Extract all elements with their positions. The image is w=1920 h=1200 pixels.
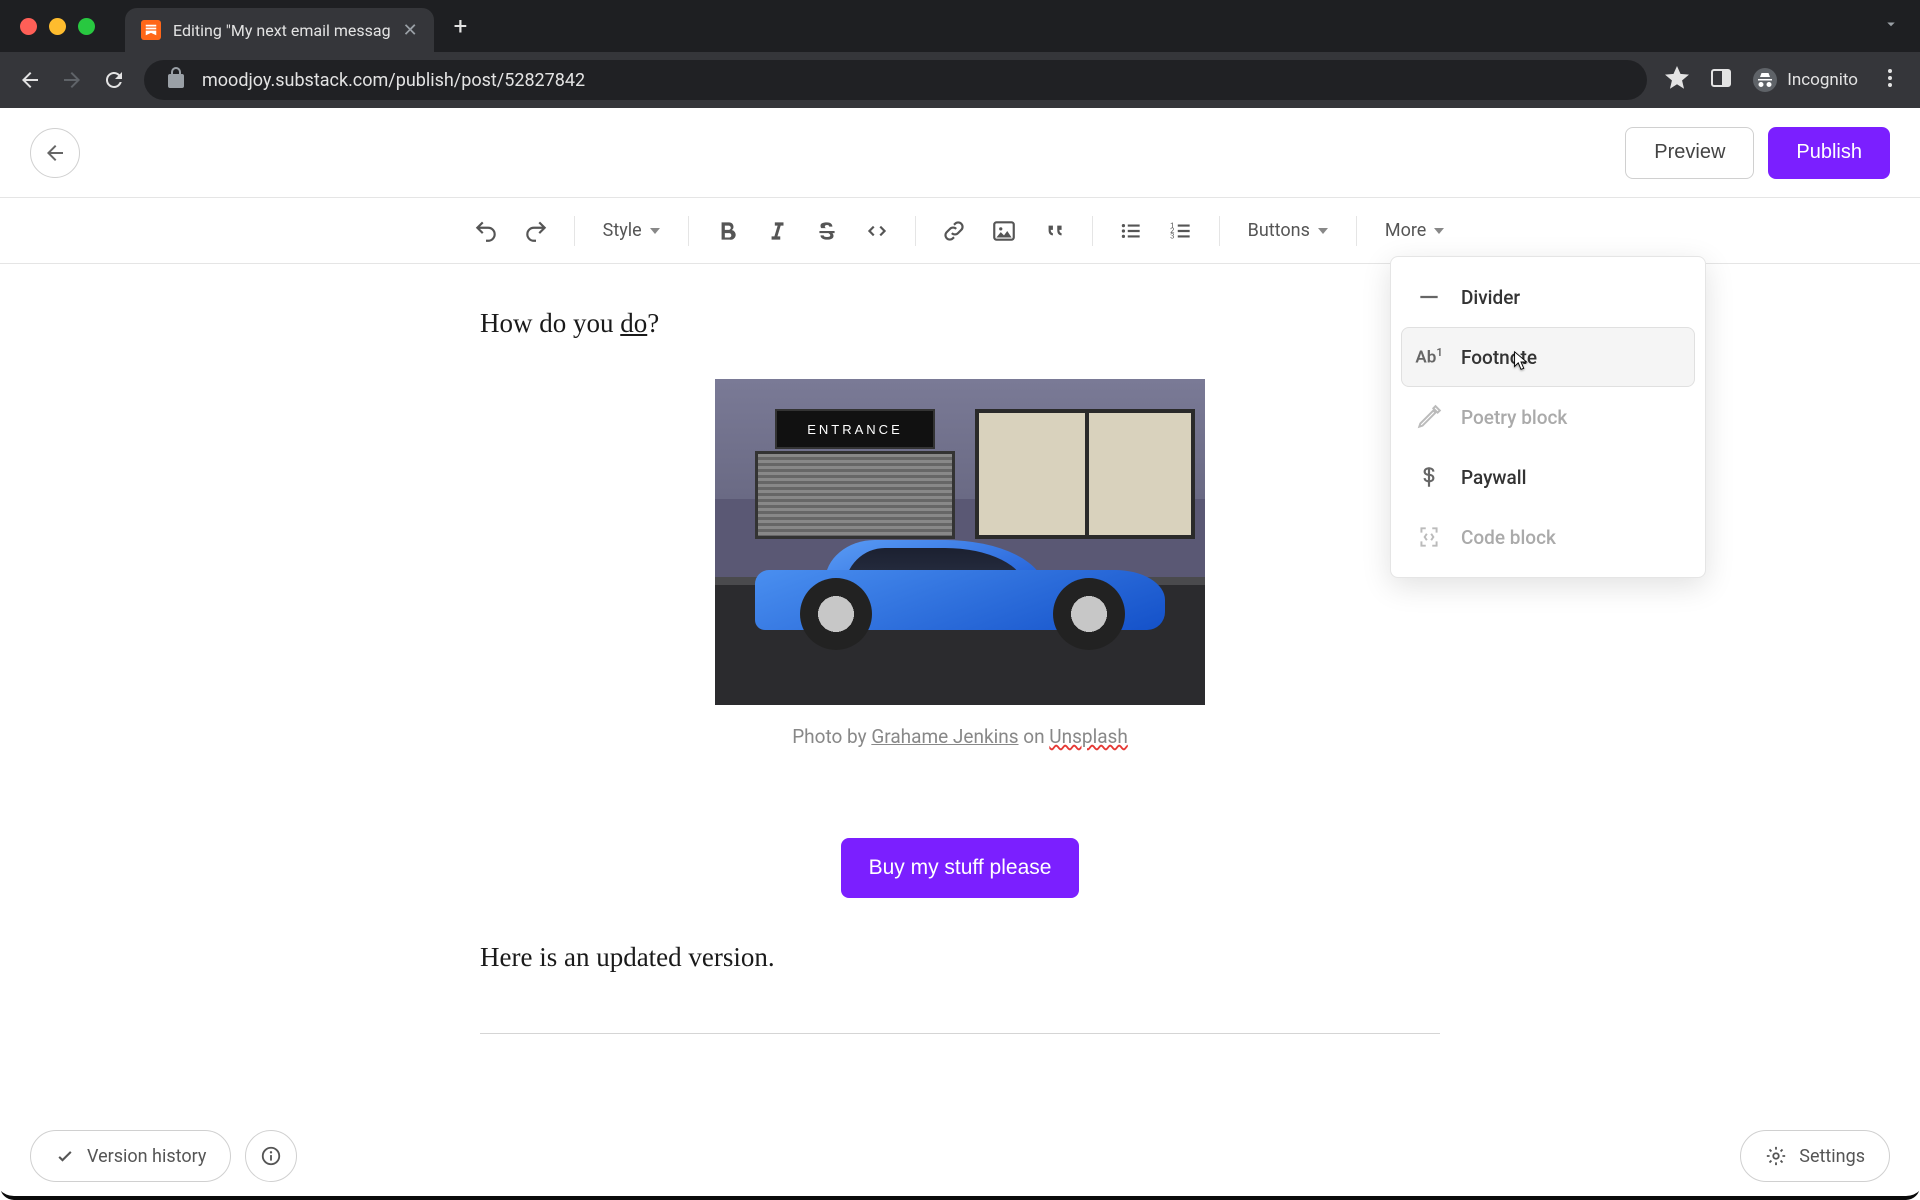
style-label: Style: [603, 220, 642, 241]
strikethrough-button[interactable]: [805, 209, 849, 253]
info-icon: [260, 1145, 282, 1167]
more-menu: Divider Ab1 Footnote Poetry block Paywal…: [1390, 256, 1706, 578]
redo-button[interactable]: [514, 209, 558, 253]
check-icon: [55, 1146, 75, 1166]
svg-text:3: 3: [1170, 231, 1174, 240]
chevron-down-icon: [1318, 228, 1328, 234]
buttons-label: Buttons: [1248, 220, 1310, 241]
divider[interactable]: [480, 1033, 1440, 1034]
chevron-down-icon: [1434, 228, 1444, 234]
buttons-dropdown[interactable]: Buttons: [1236, 209, 1340, 253]
publish-button[interactable]: Publish: [1768, 127, 1890, 179]
forward-button[interactable]: [60, 68, 84, 92]
info-button[interactable]: [245, 1130, 297, 1182]
code-block-icon: [1415, 523, 1443, 551]
divider-icon: [1415, 283, 1443, 311]
gear-icon: [1765, 1145, 1787, 1167]
reload-button[interactable]: [102, 68, 126, 92]
menu-item-label: Footnote: [1461, 346, 1537, 369]
browser-tab[interactable]: Editing "My next email messag ✕: [125, 8, 434, 52]
menu-item-footnote[interactable]: Ab1 Footnote: [1401, 327, 1695, 387]
footnote-icon: Ab1: [1415, 343, 1443, 371]
substack-favicon: [141, 20, 161, 40]
menu-item-paywall[interactable]: Paywall: [1401, 447, 1695, 507]
version-history-button[interactable]: Version history: [30, 1130, 231, 1182]
url-text: moodjoy.substack.com/publish/post/528278…: [202, 70, 585, 91]
editor-canvas[interactable]: How do you do? ENTRANCE Photo by Grahame…: [480, 264, 1440, 1078]
bold-button[interactable]: [705, 209, 749, 253]
back-to-posts-button[interactable]: [30, 128, 80, 178]
browser-chrome: Editing "My next email messag ✕ + moodjo…: [0, 0, 1920, 108]
dollar-icon: [1415, 463, 1443, 491]
app-header: Preview Publish: [0, 108, 1920, 198]
close-tab-icon[interactable]: ✕: [403, 20, 418, 41]
image-caption[interactable]: Photo by Grahame Jenkins on Unsplash: [715, 725, 1205, 748]
bookmark-icon[interactable]: [1665, 66, 1689, 94]
maximize-window-button[interactable]: [78, 18, 95, 35]
menu-item-divider[interactable]: Divider: [1401, 267, 1695, 327]
more-dropdown[interactable]: More: [1373, 209, 1456, 253]
menu-item-label: Paywall: [1461, 466, 1526, 489]
menu-item-label: Poetry block: [1461, 406, 1567, 429]
minimize-window-button[interactable]: [49, 18, 66, 35]
settings-button[interactable]: Settings: [1740, 1130, 1890, 1182]
menu-item-label: Divider: [1461, 286, 1520, 309]
address-bar: moodjoy.substack.com/publish/post/528278…: [0, 52, 1920, 108]
menu-item-poetry-block: Poetry block: [1401, 387, 1695, 447]
caption-source-link[interactable]: Unsplash: [1049, 725, 1128, 748]
image-block[interactable]: ENTRANCE Photo by Grahame Jenkins on Uns…: [715, 379, 1205, 748]
cta-button[interactable]: Buy my stuff please: [841, 838, 1080, 898]
incognito-label: Incognito: [1787, 70, 1858, 90]
editor-toolbar: Style 123 Buttons More: [0, 198, 1920, 264]
new-tab-button[interactable]: +: [454, 12, 468, 40]
url-input[interactable]: moodjoy.substack.com/publish/post/528278…: [144, 60, 1647, 100]
chevron-down-icon: [650, 228, 660, 234]
bullet-list-button[interactable]: [1109, 209, 1153, 253]
version-history-label: Version history: [87, 1146, 206, 1167]
paragraph[interactable]: How do you do?: [480, 308, 1440, 339]
side-panel-icon[interactable]: [1709, 66, 1733, 94]
incognito-icon: [1753, 68, 1777, 92]
incognito-indicator[interactable]: Incognito: [1753, 68, 1858, 92]
close-window-button[interactable]: [20, 18, 37, 35]
blockquote-button[interactable]: [1032, 209, 1076, 253]
paragraph[interactable]: Here is an updated version.: [480, 942, 1440, 973]
menu-item-label: Code block: [1461, 526, 1556, 549]
tab-title: Editing "My next email messag: [173, 21, 391, 40]
image-button[interactable]: [982, 209, 1026, 253]
titlebar: Editing "My next email messag ✕ +: [0, 0, 1920, 52]
link-button[interactable]: [932, 209, 976, 253]
pen-icon: [1415, 403, 1443, 431]
kebab-menu-icon[interactable]: [1878, 66, 1902, 94]
style-dropdown[interactable]: Style: [591, 209, 672, 253]
preview-button[interactable]: Preview: [1625, 127, 1754, 179]
more-label: More: [1385, 220, 1426, 241]
menu-item-code-block: Code block: [1401, 507, 1695, 567]
embedded-image[interactable]: ENTRANCE: [715, 379, 1205, 705]
expand-tabs-icon[interactable]: [1882, 15, 1900, 37]
numbered-list-button[interactable]: 123: [1159, 209, 1203, 253]
entrance-sign: ENTRANCE: [775, 409, 935, 449]
window-controls: [20, 18, 95, 35]
back-button[interactable]: [18, 68, 42, 92]
editor-footer: Version history Settings: [0, 1130, 1920, 1182]
italic-button[interactable]: [755, 209, 799, 253]
undo-button[interactable]: [464, 209, 508, 253]
lock-icon: [164, 66, 188, 95]
code-inline-button[interactable]: [855, 209, 899, 253]
caption-author-link[interactable]: Grahame Jenkins: [871, 725, 1018, 748]
settings-label: Settings: [1799, 1146, 1865, 1167]
